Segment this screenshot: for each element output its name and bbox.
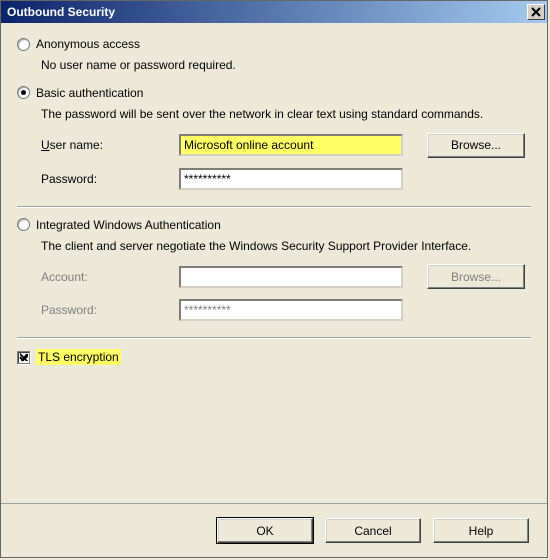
username-input[interactable]: Microsoft online account <box>179 134 403 156</box>
window-title: Outbound Security <box>7 5 527 19</box>
iwa-section: Integrated Windows Authentication The cl… <box>17 218 531 322</box>
help-button[interactable]: Help <box>433 518 529 543</box>
basic-auth-desc: The password will be sent over the netwo… <box>41 106 531 123</box>
basic-auth-section: Basic authentication The password will b… <box>17 86 531 190</box>
anonymous-section: Anonymous access No user name or passwor… <box>17 37 531 74</box>
tls-label: TLS encryption <box>36 349 121 365</box>
ok-button[interactable]: OK <box>217 518 313 543</box>
basic-auth-label: Basic authentication <box>36 86 143 100</box>
anonymous-label: Anonymous access <box>36 37 140 51</box>
iwa-radio[interactable] <box>17 218 30 231</box>
password-label: Password: <box>41 172 171 186</box>
iwa-desc: The client and server negotiate the Wind… <box>41 238 531 255</box>
outbound-security-dialog: Outbound Security Anonymous access No us… <box>0 0 548 558</box>
divider <box>17 337 531 339</box>
basic-auth-radio[interactable] <box>17 86 30 99</box>
divider <box>17 206 531 208</box>
tls-row: TLS encryption <box>17 349 531 365</box>
browse-button-disabled: Browse... <box>427 264 525 289</box>
browse-button[interactable]: Browse... <box>427 133 525 158</box>
tls-checkbox[interactable] <box>17 351 30 364</box>
dialog-content: Anonymous access No user name or passwor… <box>1 23 547 503</box>
titlebar: Outbound Security <box>1 1 547 23</box>
account-label: Account: <box>41 270 171 284</box>
username-label: User name: <box>41 138 171 152</box>
anonymous-desc: No user name or password required. <box>41 57 531 74</box>
close-icon[interactable] <box>527 4 545 20</box>
cancel-button[interactable]: Cancel <box>325 518 421 543</box>
iwa-label: Integrated Windows Authentication <box>36 218 221 232</box>
anonymous-radio[interactable] <box>17 38 30 51</box>
iwa-password-label: Password: <box>41 303 171 317</box>
iwa-password-input: ********** <box>179 299 403 321</box>
account-input <box>179 266 403 288</box>
password-input[interactable]: ********** <box>179 168 403 190</box>
button-bar: OK Cancel Help <box>1 503 547 557</box>
